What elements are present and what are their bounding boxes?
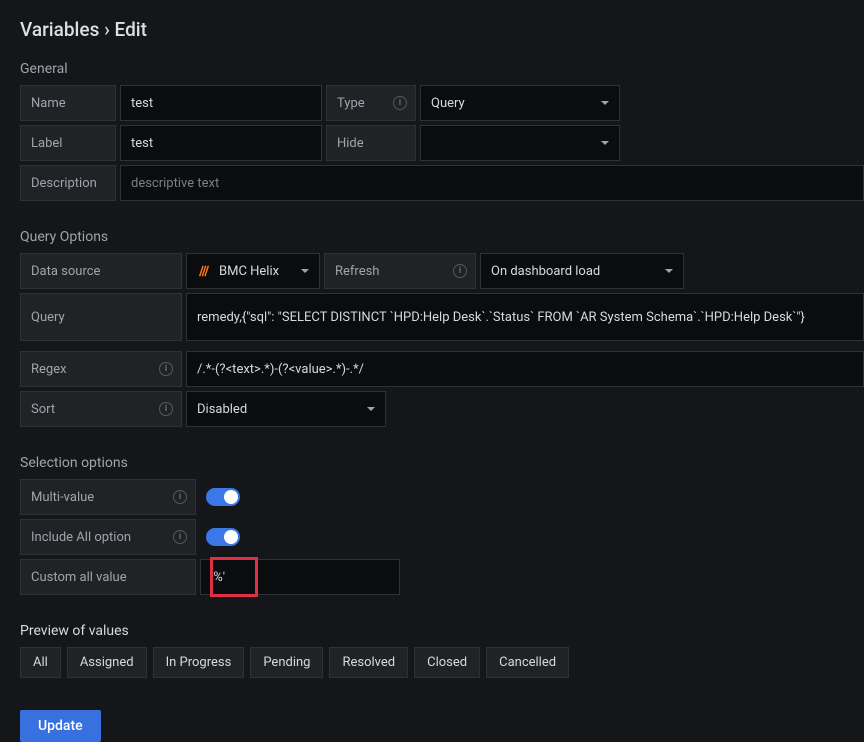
multi-value-toggle[interactable] bbox=[206, 488, 240, 506]
info-icon: i bbox=[159, 402, 173, 416]
info-icon: i bbox=[393, 96, 407, 110]
label-name: Name bbox=[20, 85, 116, 121]
label-refresh: Refresh i bbox=[324, 253, 476, 289]
section-query-options: Query Options bbox=[20, 229, 864, 245]
chevron-down-icon bbox=[601, 101, 609, 105]
label-hide: Hide bbox=[326, 125, 416, 161]
section-selection-options: Selection options bbox=[20, 455, 864, 471]
label-description: Description bbox=[20, 165, 116, 201]
preview-tag: In Progress bbox=[153, 647, 245, 678]
preview-tag: Pending bbox=[250, 647, 323, 678]
name-input[interactable] bbox=[120, 85, 322, 121]
label-query: Query bbox=[20, 293, 182, 341]
update-button[interactable]: Update bbox=[20, 710, 101, 742]
type-select[interactable]: Query bbox=[420, 85, 620, 121]
refresh-select[interactable]: On dashboard load bbox=[480, 253, 684, 289]
chevron-down-icon bbox=[601, 141, 609, 145]
info-icon: i bbox=[173, 530, 187, 544]
query-input[interactable] bbox=[186, 293, 864, 341]
section-general: General bbox=[20, 61, 864, 77]
chevron-down-icon bbox=[665, 269, 673, 273]
label-include-all: Include All option i bbox=[20, 519, 196, 555]
regex-input[interactable] bbox=[186, 351, 864, 387]
data-source-select[interactable]: BMC Helix bbox=[186, 253, 320, 289]
custom-all-input[interactable] bbox=[200, 559, 400, 595]
chevron-down-icon bbox=[301, 269, 309, 273]
label-regex: Regex i bbox=[20, 351, 182, 387]
preview-tag: Cancelled bbox=[486, 647, 569, 678]
label-label: Label bbox=[20, 125, 116, 161]
info-icon: i bbox=[173, 490, 187, 504]
label-sort: Sort i bbox=[20, 391, 182, 427]
preview-tag: All bbox=[20, 647, 61, 678]
preview-tag: Closed bbox=[414, 647, 480, 678]
label-data-source: Data source bbox=[20, 253, 182, 289]
info-icon: i bbox=[159, 362, 173, 376]
info-icon: i bbox=[453, 264, 467, 278]
label-multi-value: Multi-value i bbox=[20, 479, 196, 515]
include-all-toggle[interactable] bbox=[206, 528, 240, 546]
chevron-down-icon bbox=[367, 407, 375, 411]
page-title: Variables › Edit bbox=[20, 18, 864, 41]
description-input[interactable] bbox=[120, 165, 864, 201]
preview-tag: Assigned bbox=[67, 647, 147, 678]
preview-tag: Resolved bbox=[329, 647, 408, 678]
label-input[interactable] bbox=[120, 125, 322, 161]
sort-select[interactable]: Disabled bbox=[186, 391, 386, 427]
bmc-icon bbox=[197, 264, 211, 278]
hide-select[interactable] bbox=[420, 125, 620, 161]
section-preview: Preview of values bbox=[20, 623, 864, 639]
label-type: Type i bbox=[326, 85, 416, 121]
preview-tag-list: AllAssignedIn ProgressPendingResolvedClo… bbox=[20, 647, 864, 678]
label-custom-all: Custom all value bbox=[20, 559, 196, 595]
